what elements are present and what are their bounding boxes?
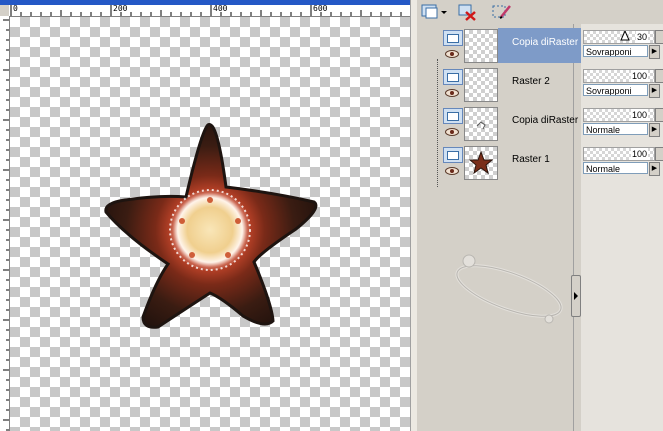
ruler-label: 600: [313, 5, 328, 13]
layer-thumbnail: [464, 146, 498, 180]
opacity-spinner[interactable]: [655, 108, 663, 122]
layer-names-column: Copia diRaster 2 Raster 2 Copia diRaster…: [429, 24, 583, 431]
layer-row-copia-diraster-2[interactable]: Copia diRaster 2: [443, 28, 583, 65]
slider-thumb-icon[interactable]: [620, 31, 630, 41]
ruler-ticks: [3, 19, 9, 431]
layer-row-raster-2[interactable]: Raster 2: [443, 67, 583, 104]
layer-props-copia-diraster-1: 100 Normale ▶: [581, 106, 663, 142]
new-layer-icon: [421, 4, 447, 19]
blend-mode-select[interactable]: Sovrapponi: [583, 45, 648, 57]
opacity-slider[interactable]: 100: [583, 147, 655, 161]
opacity-spinner[interactable]: [655, 147, 663, 161]
canvas-panel: 0 200 400 600: [0, 0, 418, 431]
blend-mode-select[interactable]: Sovrapponi: [583, 84, 648, 96]
layer-name[interactable]: Copia diRaster 1: [498, 106, 583, 141]
blend-mode-select[interactable]: Normale: [583, 162, 648, 174]
dropdown-arrow-icon[interactable]: ▶: [649, 84, 660, 98]
star-image: [104, 123, 318, 329]
mask-edit-icon: [492, 5, 511, 19]
panel-splitter[interactable]: [571, 275, 581, 317]
opacity-slider[interactable]: 30: [583, 30, 655, 44]
layer-name[interactable]: Raster 2: [498, 67, 583, 102]
visibility-eye-icon[interactable]: [445, 167, 459, 175]
opacity-slider[interactable]: 100: [583, 69, 655, 83]
opacity-value: 100: [630, 70, 648, 82]
visibility-eye-icon[interactable]: [445, 50, 459, 58]
ruler-label: 400: [213, 5, 228, 13]
opacity-spinner[interactable]: [655, 30, 663, 44]
image-canvas[interactable]: [10, 17, 410, 431]
layer-name[interactable]: Copia diRaster 2: [498, 28, 583, 63]
layer-props-raster-2: 100 Sovrapponi ▶: [581, 67, 663, 103]
layer-props-copia-diraster-2: 30 Sovrapponi ▶: [581, 28, 663, 64]
layer-type-icon[interactable]: [443, 108, 463, 124]
ruler-label: 200: [113, 5, 128, 13]
layer-thumbnail-star: [468, 150, 494, 175]
delete-layer-icon: [458, 4, 476, 21]
layer-row-copia-diraster-1[interactable]: Copia diRaster 1: [443, 106, 583, 143]
blend-mode-select[interactable]: Normale: [583, 123, 648, 135]
layer-props-raster-1: 100 Normale ▶: [581, 145, 663, 181]
layer-thumbnail: [464, 107, 498, 141]
layer-row-raster-1[interactable]: Raster 1: [443, 145, 583, 182]
visibility-eye-icon[interactable]: [445, 128, 459, 136]
layer-type-icon[interactable]: [443, 69, 463, 85]
opacity-value: 30: [635, 31, 648, 43]
layer-type-icon[interactable]: [443, 30, 463, 46]
visibility-eye-icon[interactable]: [445, 89, 459, 97]
ruler-label: 0: [13, 5, 18, 13]
delete-layer-button[interactable]: [457, 2, 479, 22]
layer-thumbnail: [464, 68, 498, 102]
layer-type-icon[interactable]: [443, 147, 463, 163]
layers-toolbar: [417, 0, 663, 24]
opacity-spinner[interactable]: [655, 69, 663, 83]
dropdown-arrow-icon[interactable]: ▶: [649, 123, 660, 137]
dropdown-arrow-icon[interactable]: ▶: [649, 45, 660, 59]
opacity-value: 100: [630, 109, 648, 121]
layer-thumbnail-mark: [476, 121, 486, 130]
dropdown-arrow-icon[interactable]: ▶: [649, 162, 660, 176]
layer-properties-column: 30 Sovrapponi ▶ 100 Sovrapponi ▶ 100 Nor…: [581, 24, 663, 431]
opacity-value: 100: [630, 148, 648, 160]
expand-arrow-icon: [574, 292, 578, 300]
horizontal-ruler: 0 200 400 600: [9, 5, 410, 17]
vertical-ruler: [0, 16, 10, 431]
new-layer-button[interactable]: [420, 2, 448, 22]
mask-edit-button[interactable]: [491, 2, 513, 22]
opacity-slider[interactable]: 100: [583, 108, 655, 122]
layer-thumbnail: [464, 29, 498, 63]
layer-name[interactable]: Raster 1: [498, 145, 583, 180]
ruler-ticks: [10, 5, 402, 16]
layers-palette: Copia diRaster 2 Raster 2 Copia diRaster…: [417, 0, 663, 431]
watermark-logo: [455, 254, 563, 324]
